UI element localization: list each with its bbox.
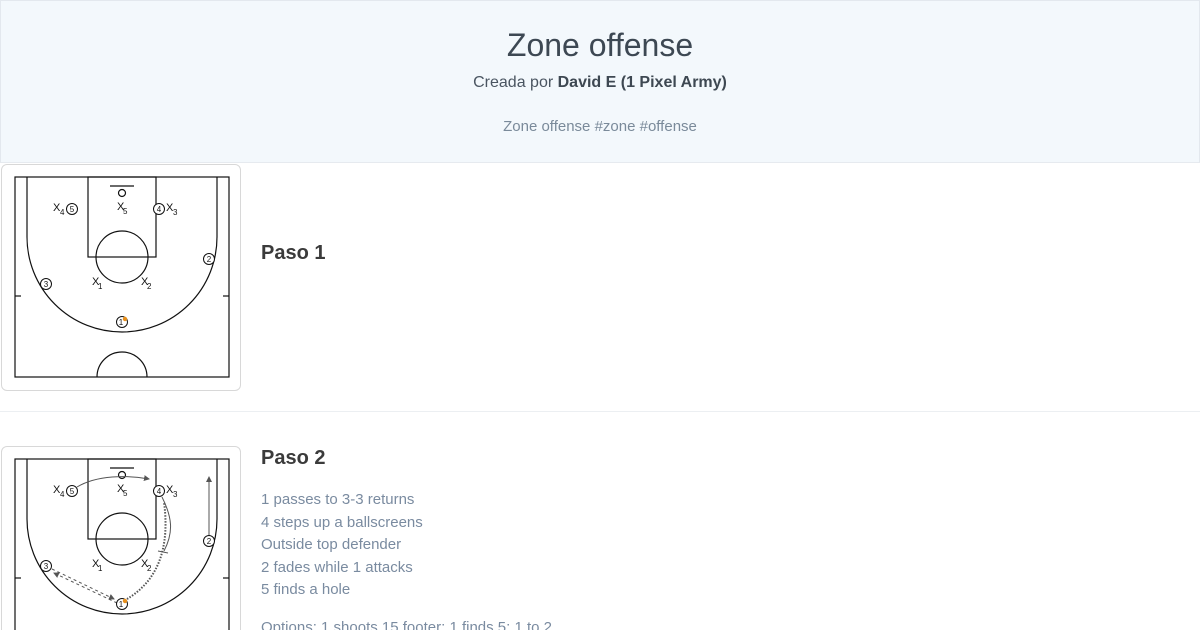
defender-x1[interactable]: X1 xyxy=(92,276,103,291)
author-name[interactable]: David E (1 Pixel Army) xyxy=(558,74,727,91)
description-line: 4 steps up a ballscreens xyxy=(261,513,423,531)
author-byline: Creada por David E (1 Pixel Army) xyxy=(1,74,1199,92)
court-diagram-step-1[interactable]: X4 X5 X3 X1 X2 5 4 2 3 1 xyxy=(1,164,241,391)
player-2[interactable]: 2 xyxy=(203,253,215,265)
tags-line: Zone offense #zone #offense xyxy=(503,118,697,135)
defender-x4[interactable]: X4 xyxy=(53,484,65,499)
player-4[interactable]: 4 xyxy=(153,485,165,497)
svg-text:5: 5 xyxy=(123,489,128,498)
page-title: Zone offense xyxy=(506,27,694,63)
defender-x5[interactable]: X5 xyxy=(117,201,128,216)
play-header: Zone offense Creada por David E (1 Pixel… xyxy=(0,0,1200,163)
step-1-title: Paso 1 xyxy=(261,242,326,264)
svg-text:4: 4 xyxy=(60,490,65,499)
byline-prefix: Creada por xyxy=(473,74,558,91)
defender-x1[interactable]: X1 xyxy=(92,558,103,573)
description-line: Outside top defender xyxy=(261,536,402,553)
defender-x3[interactable]: X3 xyxy=(166,202,178,217)
court-diagram-step-2[interactable]: X4 X5 X3 X1 X2 5 4 2 3 1 xyxy=(1,446,241,630)
ball-icon xyxy=(122,598,128,604)
center-circle xyxy=(96,351,148,378)
player-3[interactable]: 3 xyxy=(40,560,52,572)
pass-line-2 xyxy=(53,572,118,604)
description-line: 2 fades while 1 attacks xyxy=(261,558,413,576)
svg-text:3: 3 xyxy=(173,208,178,217)
svg-text:2: 2 xyxy=(207,255,212,264)
pass-line-1 xyxy=(51,568,115,600)
step-1: X4 X5 X3 X1 X2 5 4 2 3 1 Paso 1 xyxy=(0,164,1200,412)
svg-text:4: 4 xyxy=(157,487,162,496)
svg-text:3: 3 xyxy=(173,490,178,499)
defender-x2[interactable]: X2 xyxy=(141,558,152,573)
svg-text:4: 4 xyxy=(157,205,162,214)
player-4[interactable]: 4 xyxy=(153,203,165,215)
svg-text:5: 5 xyxy=(123,207,128,216)
description-line: 5 finds a hole xyxy=(261,581,351,598)
svg-text:5: 5 xyxy=(70,205,75,214)
svg-text:4: 4 xyxy=(60,208,65,217)
step-2: X4 X5 X3 X1 X2 5 4 2 3 1 Paso 2 1 passes… xyxy=(0,446,1200,630)
rim xyxy=(117,188,127,198)
player-5[interactable]: 5 xyxy=(66,485,78,497)
step-2-options: Options: 1 shoots 15 footer; 1 finds 5; … xyxy=(261,619,553,630)
defender-x4[interactable]: X4 xyxy=(53,202,65,217)
court-svg-1: X4 X5 X3 X1 X2 5 4 2 3 1 xyxy=(14,176,230,378)
ball-icon xyxy=(122,316,128,322)
description-line: 1 passes to 3-3 returns xyxy=(261,491,415,508)
defender-x5[interactable]: X5 xyxy=(117,483,128,498)
step-2-title: Paso 2 xyxy=(261,447,326,469)
svg-text:1: 1 xyxy=(98,564,103,573)
player-1[interactable]: 1 xyxy=(116,598,128,610)
svg-text:2: 2 xyxy=(147,282,152,291)
svg-text:2: 2 xyxy=(147,564,152,573)
player-3[interactable]: 3 xyxy=(40,278,52,290)
player-5[interactable]: 5 xyxy=(66,203,78,215)
defender-x2[interactable]: X2 xyxy=(141,276,152,291)
court-svg-2: X4 X5 X3 X1 X2 5 4 2 3 1 xyxy=(14,458,230,630)
player-2[interactable]: 2 xyxy=(203,535,215,547)
svg-text:3: 3 xyxy=(44,280,49,289)
player-1[interactable]: 1 xyxy=(116,316,128,328)
dribble-path-1 xyxy=(126,501,167,600)
svg-text:3: 3 xyxy=(44,562,49,571)
defender-x3[interactable]: X3 xyxy=(166,484,178,499)
svg-text:1: 1 xyxy=(98,282,103,291)
svg-text:5: 5 xyxy=(70,487,75,496)
step-2-description: 1 passes to 3-3 returns 4 steps up a bal… xyxy=(261,489,423,602)
svg-text:2: 2 xyxy=(207,537,212,546)
